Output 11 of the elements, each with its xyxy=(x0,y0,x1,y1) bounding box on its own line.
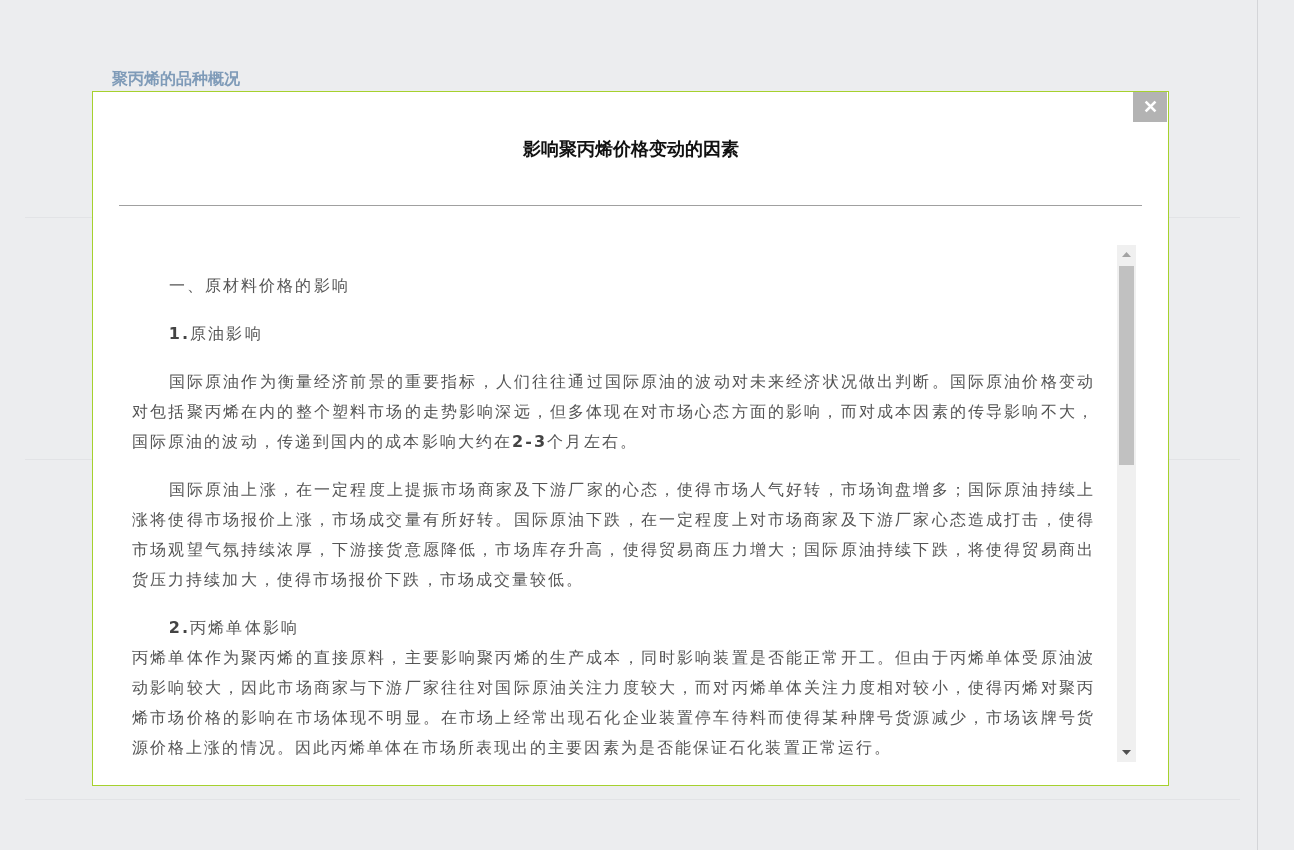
section-heading: 聚丙烯的品种概况 xyxy=(112,69,240,90)
section-heading: 一、原材料价格的影响 xyxy=(167,275,351,297)
scrollbar-thumb[interactable] xyxy=(1119,266,1134,465)
close-button[interactable]: ✕ xyxy=(1133,92,1167,122)
section-heading: 2.丙烯单体影响 xyxy=(167,617,300,639)
paragraph: 国际原油上涨，在一定程度上提振市场商家及下游厂家的心态，使得市场人气好转，市场询盘增多；国际原油持续上涨将使得市场报价上涨，市场成交量有所好转。国际原油下跌，在一定程度上对市场商家及下游厂家心态造成打击，使得市场观望气氛持续浓厚，下游接货意愿降低，市场库存升高，使得贸易商压力增大；国际原油持续下跌，将使得贸易商出货压力持续加大，使得市场报价下跌，市场成交量较低。 xyxy=(132,479,1095,591)
paragraph: 国际原油作为衡量经济前景的重要指标，人们往往通过国际原油的波动对未来经济状况做出判断。国际原油价格变动对包括聚丙烯在内的整个塑料市场的走势影响深远，但多体现在对市场心态方面的影响，而对成本因素的传导影响不大，国际原油的波动，传递到国内的成本影响大约在2-3个月左右。 xyxy=(132,371,1095,453)
section-heading: 1.原油影响 xyxy=(167,323,264,345)
paragraph: 丙烯单体作为聚丙烯的直接原料，主要影响聚丙烯的生产成本，同时影响装置是否能正常开工。但由于丙烯单体受原油波动影响较大，因此市场商家与下游厂家往往对国际原油关注力度较大，而对丙烯单体关注力度相对较小，使得丙烯对聚丙烯市场价格的影响在市场体现不明显。在市场上经常出现石化企业装置停车待料而使得某种牌号货源减少，市场该牌号货源价格上涨的情况。因此丙烯单体在市场所表现出的主要因素为是否能保证石化装置正常运行。 xyxy=(132,647,1095,759)
scrollbar[interactable] xyxy=(1117,245,1136,762)
dialog-title: 影响聚丙烯价格变动的因素 xyxy=(521,137,740,161)
